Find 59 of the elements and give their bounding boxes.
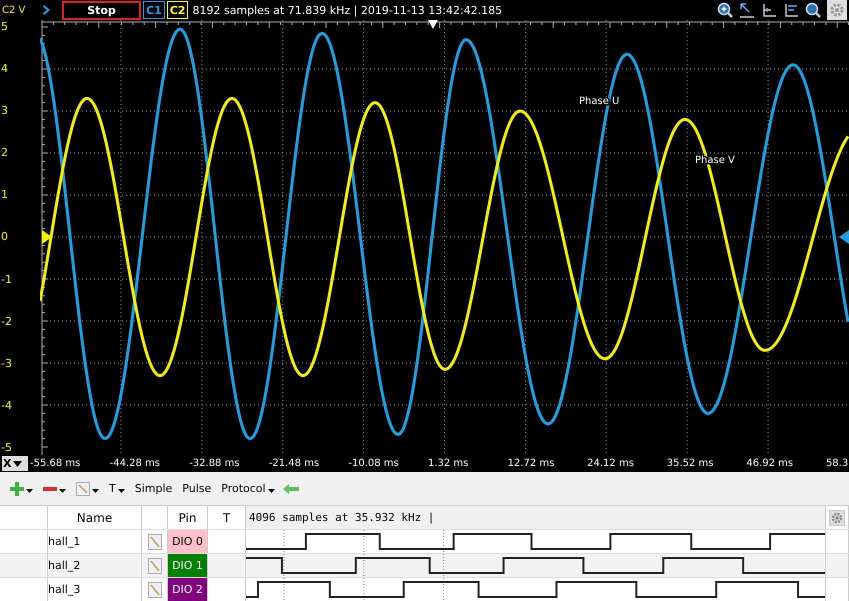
signal-name[interactable]: hall_3	[48, 578, 142, 601]
pin-label: DIO 0	[168, 530, 208, 553]
pencil-icon	[76, 482, 90, 496]
channel-button[interactable]: C2	[166, 1, 188, 19]
axis-tick-label: -4	[1, 398, 13, 413]
axis-tick-label: -55.68 ms	[30, 458, 82, 469]
axis-tick-label: -2	[1, 314, 13, 329]
axis-tick-label: 58.3	[826, 458, 848, 469]
caret-icon	[13, 460, 22, 466]
axis-tick-label: 1	[1, 188, 9, 202]
acquisition-info: 8192 samples at 71.839 kHz | 2019-11-13 13:42:42.185	[192, 4, 502, 16]
signal-name[interactable]: hall_1	[48, 530, 142, 553]
caret-icon	[59, 488, 66, 492]
pin-label: DIO 2	[168, 578, 208, 601]
caret-icon	[26, 488, 33, 492]
axis-select[interactable]: X	[2, 456, 28, 471]
axis-tick-label: -32.88 ms	[189, 458, 241, 469]
axis-tick-label: 2	[1, 146, 9, 160]
settings-icon[interactable]	[829, 510, 845, 526]
column-header[interactable]: Name	[48, 506, 142, 529]
zoom-icon[interactable]	[805, 2, 821, 18]
axis-tick-label: -44.28 ms	[110, 458, 161, 469]
axis-tick-label: -21.48 ms	[268, 458, 320, 469]
axis-tick-label: 0	[1, 230, 9, 244]
sample-info: 4096 samples at 35.932 kHz |	[249, 511, 434, 524]
axis-tick-label: -3	[1, 356, 13, 371]
level-icon[interactable]	[783, 2, 799, 18]
column-header[interactable]: Pin	[168, 506, 208, 529]
axis-tick-label: 12.72 ms	[508, 458, 556, 469]
add-button[interactable]	[8, 482, 35, 496]
axis-tick-label: 5	[1, 20, 9, 34]
axis-tick-label: 35.52 ms	[666, 458, 715, 469]
axis-tick-label: 1.32 ms	[428, 458, 470, 469]
chevron-icon[interactable]	[42, 4, 52, 16]
signal-name[interactable]: hall_2	[48, 554, 142, 577]
pin-label: DIO 1	[168, 554, 208, 577]
axis-tick-label: 24.12 ms	[587, 458, 635, 469]
zoom-in-icon[interactable]	[717, 2, 733, 18]
plus-icon	[10, 482, 24, 496]
toolbar-button[interactable]: Protocol	[219, 482, 277, 495]
level-icon[interactable]	[761, 2, 777, 18]
axis-unit-label: C2 V	[1, 4, 26, 16]
axis-tick-label: 46.92 ms	[746, 458, 794, 469]
channel-button[interactable]: C1	[143, 1, 165, 19]
axis-tick-label: 4	[1, 62, 9, 76]
offset-marker-icon[interactable]	[839, 230, 849, 244]
axis-tick-label: -1	[1, 272, 13, 287]
offset-marker-icon[interactable]	[42, 230, 52, 244]
toolbar-button[interactable]: Pulse	[180, 482, 214, 495]
edit-button[interactable]	[74, 482, 101, 496]
axis-tick-label: -10.08 ms	[348, 458, 400, 469]
axis-tick-label: 3	[1, 104, 9, 118]
cursor-icon[interactable]	[739, 2, 755, 18]
toolbar-button[interactable]: Simple	[132, 482, 174, 495]
axis-tick-label: -5	[1, 440, 13, 455]
toolbar-button[interactable]: T	[107, 482, 127, 495]
stop-button[interactable]: Stop	[62, 0, 141, 20]
caret-icon	[92, 488, 99, 492]
axis-label: X	[3, 457, 12, 470]
